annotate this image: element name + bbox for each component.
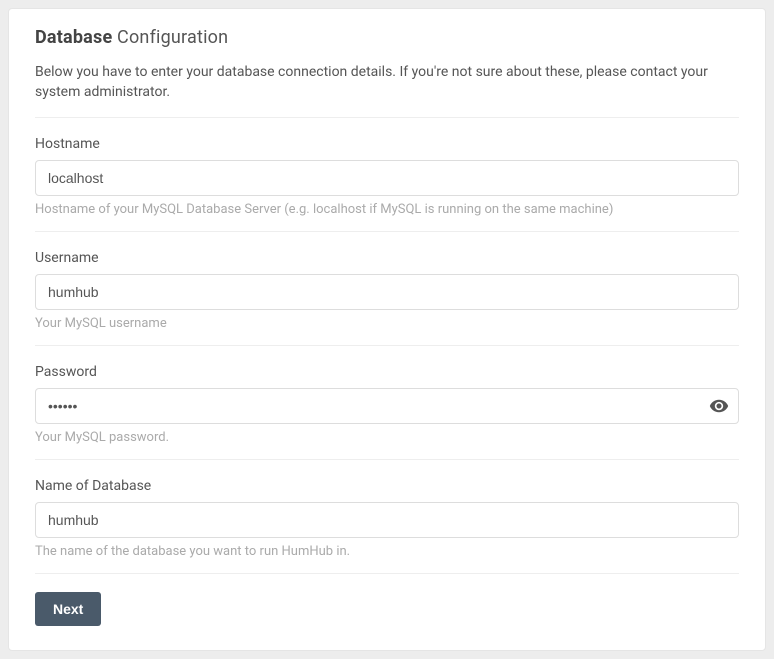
title-rest: Configuration	[112, 27, 228, 48]
username-group: Username Your MySQL username	[35, 231, 739, 345]
hostname-input[interactable]	[35, 160, 739, 196]
database-config-panel: Database Configuration Below you have to…	[8, 8, 766, 651]
hostname-group: Hostname Hostname of your MySQL Database…	[35, 117, 739, 231]
next-button[interactable]: Next	[35, 592, 101, 626]
dbname-group: Name of Database The name of the databas…	[35, 459, 739, 573]
title-strong: Database	[35, 27, 112, 48]
hostname-label: Hostname	[35, 136, 739, 152]
actions-row: Next	[35, 573, 739, 626]
dbname-hint: The name of the database you want to run…	[35, 544, 739, 559]
hostname-hint: Hostname of your MySQL Database Server (…	[35, 202, 739, 217]
password-label: Password	[35, 364, 739, 380]
intro-text: Below you have to enter your database co…	[35, 62, 739, 103]
username-label: Username	[35, 250, 739, 266]
password-hint: Your MySQL password.	[35, 430, 739, 445]
dbname-label: Name of Database	[35, 478, 739, 494]
dbname-input[interactable]	[35, 502, 739, 538]
username-hint: Your MySQL username	[35, 316, 739, 331]
eye-icon[interactable]	[709, 396, 729, 416]
password-input[interactable]	[35, 388, 739, 424]
page-title: Database Configuration	[35, 27, 739, 48]
password-group: Password Your MySQL password.	[35, 345, 739, 459]
username-input[interactable]	[35, 274, 739, 310]
